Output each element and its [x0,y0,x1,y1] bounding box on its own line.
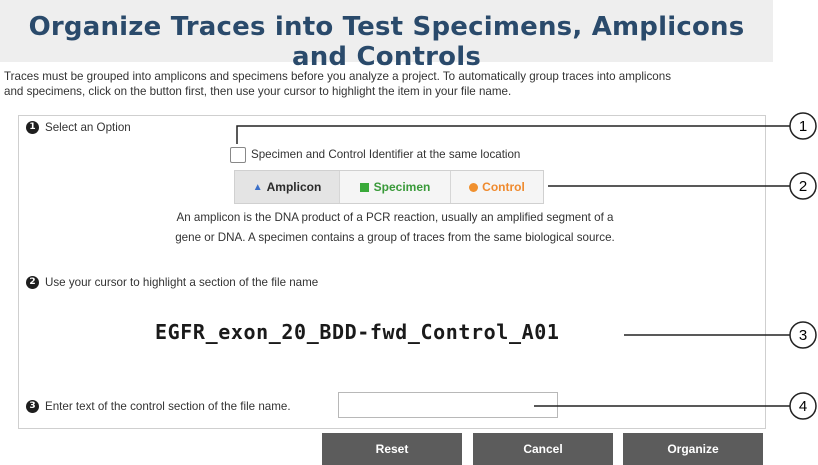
callout-1-leader [236,125,790,144]
callout-1-number: 1 [799,118,807,135]
callout-2-number: 2 [799,178,807,195]
callout-2: 2 [548,172,817,200]
callout-1: 1 [236,112,817,144]
callout-annotations: 1 2 3 4 [236,112,817,420]
callout-4-number: 4 [799,398,807,415]
callout-3: 3 [624,321,817,349]
callout-4: 4 [534,392,817,420]
callout-3-number: 3 [799,327,807,344]
